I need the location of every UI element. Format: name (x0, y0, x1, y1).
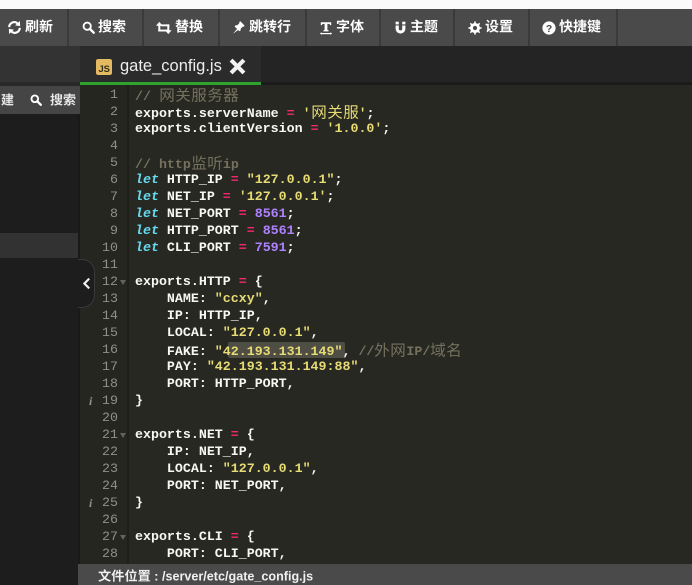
svg-text:JS: JS (98, 63, 109, 74)
svg-text:?: ? (546, 23, 552, 34)
